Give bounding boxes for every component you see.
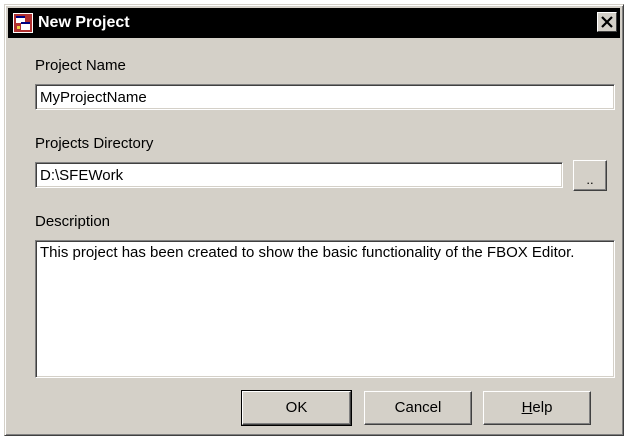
title-bar[interactable]: New Project (8, 8, 620, 38)
new-project-dialog: New Project Project Name Projects Direct… (4, 4, 624, 436)
projects-directory-label: Projects Directory (35, 135, 154, 152)
window-title: New Project (38, 14, 130, 31)
help-button[interactable]: Help (483, 391, 591, 425)
close-icon (601, 16, 613, 28)
ok-button[interactable]: OK (241, 390, 352, 426)
ok-button-label: OK (285, 399, 308, 416)
projects-directory-input[interactable] (35, 162, 563, 188)
description-textarea[interactable]: This project has been created to show th… (35, 240, 615, 378)
cancel-button[interactable]: Cancel (364, 391, 472, 425)
help-button-label: Help (521, 399, 553, 416)
description-label: Description (35, 213, 111, 230)
browse-directory-button[interactable]: .. (573, 160, 607, 191)
close-button[interactable] (597, 12, 617, 32)
project-name-input[interactable] (35, 84, 615, 110)
browse-button-label: .. (586, 172, 594, 187)
project-name-label: Project Name (35, 57, 126, 74)
app-window-icon (13, 13, 33, 33)
cancel-button-label: Cancel (394, 399, 442, 416)
